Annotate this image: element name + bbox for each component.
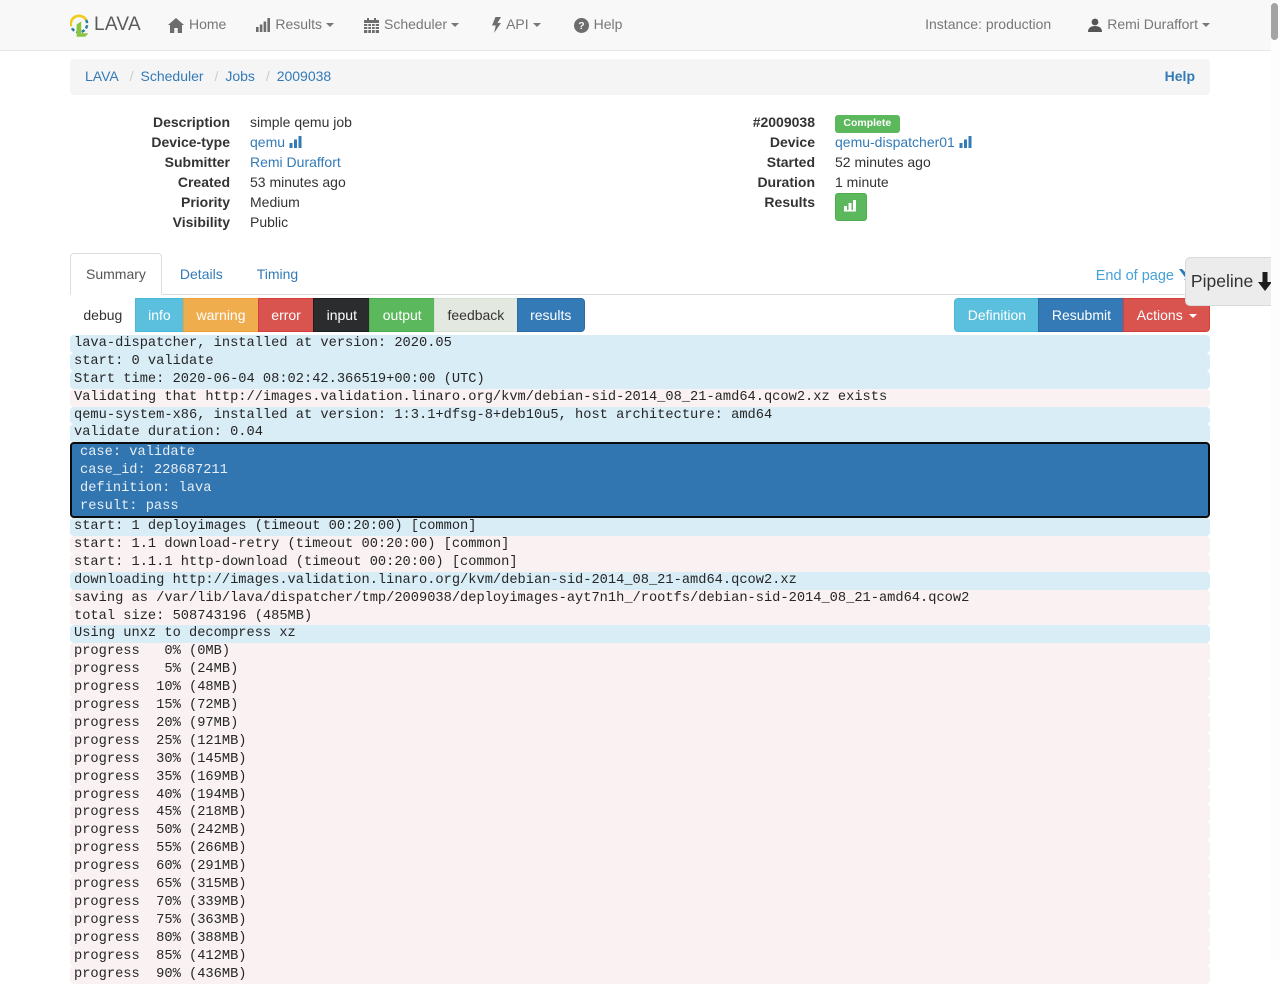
svg-text:?: ? — [578, 20, 584, 32]
